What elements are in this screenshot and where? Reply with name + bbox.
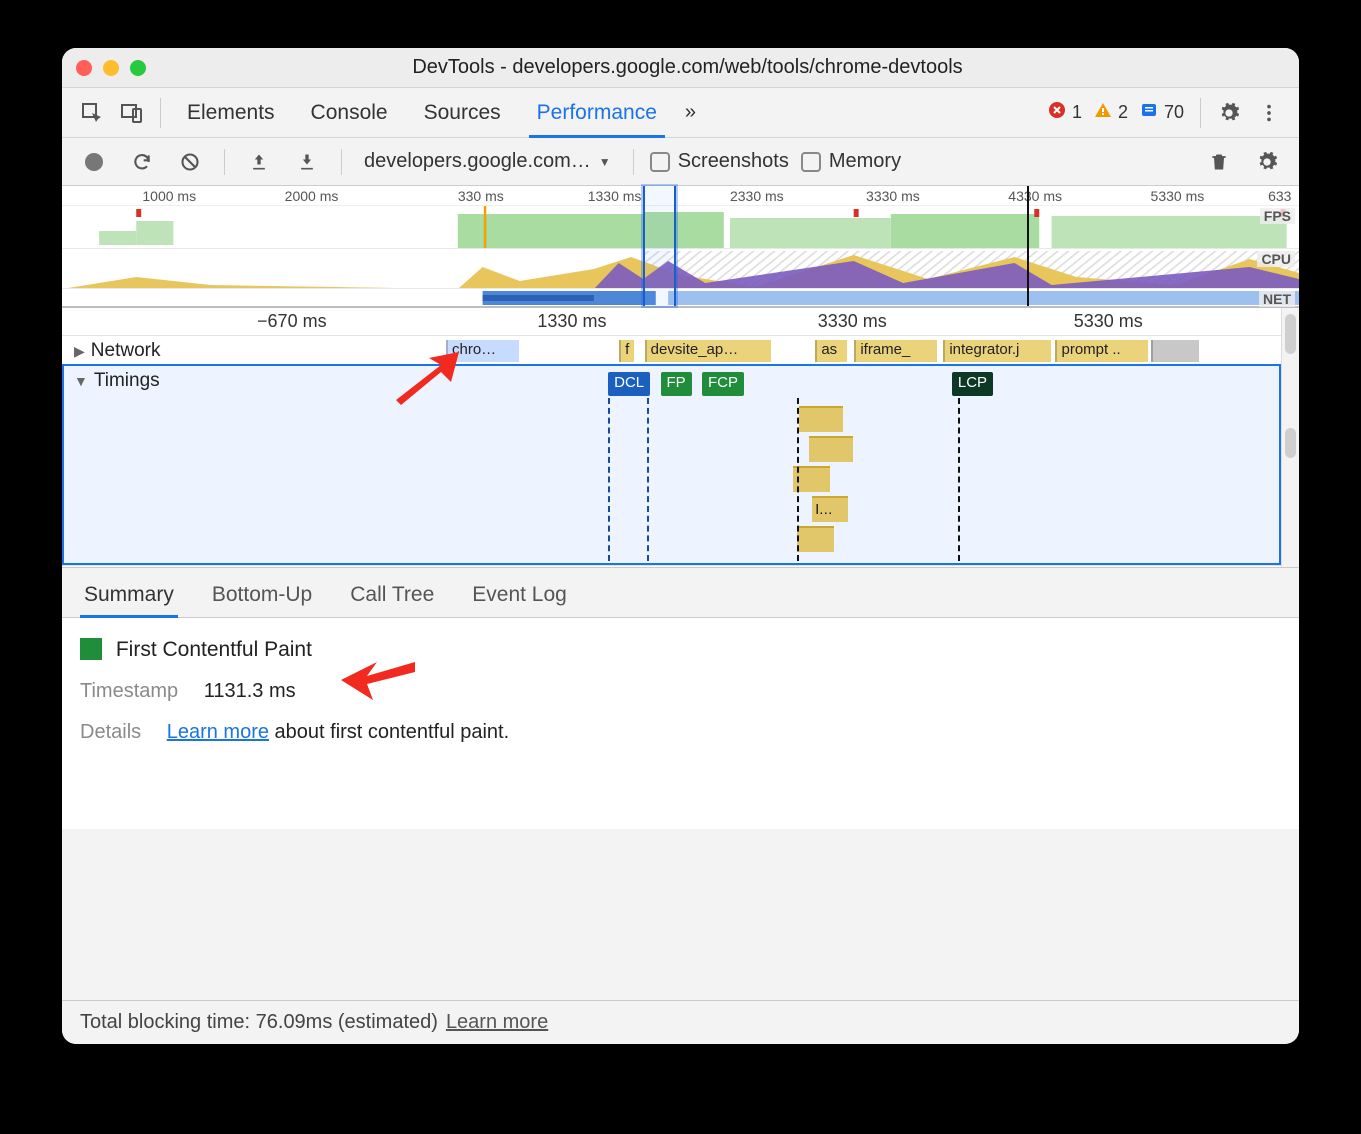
flamechart-panel[interactable]: −670 ms 1330 ms 3330 ms 5330 ms ▶ Networ…: [62, 308, 1299, 568]
tab-call-tree[interactable]: Call Tree: [346, 583, 438, 617]
page-context-select[interactable]: developers.google.com… ▼: [358, 150, 617, 173]
screenshots-label: Screenshots: [678, 150, 789, 173]
track-network-label: ▶ Network: [74, 340, 160, 362]
timeline-overview[interactable]: 1000 ms 2000 ms 330 ms 1330 ms 2330 ms 3…: [62, 186, 1299, 308]
expand-icon[interactable]: ▶: [74, 343, 85, 360]
cpu-label: CPU: [1257, 251, 1295, 267]
network-segment[interactable]: f: [619, 340, 634, 362]
overview-fps-row: FPS: [62, 206, 1299, 248]
track-network[interactable]: ▶ Network chro…fdevsite_ap…asiframe_inte…: [62, 336, 1281, 366]
network-segment[interactable]: iframe_: [854, 340, 937, 362]
summary-details-row: Details Learn more about first contentfu…: [80, 721, 1281, 744]
timing-marker-dcl[interactable]: DCL: [608, 372, 650, 396]
warning-icon: [1094, 101, 1112, 124]
record-button[interactable]: [76, 144, 112, 180]
timing-vline: [797, 398, 799, 561]
network-segment[interactable]: [1151, 340, 1200, 362]
warning-count: 2: [1118, 102, 1128, 123]
summary-title-row: First Contentful Paint: [80, 638, 1281, 662]
performance-toolbar: developers.google.com… ▼ Screenshots Mem…: [62, 138, 1299, 186]
close-window-button[interactable]: [76, 60, 92, 76]
long-task[interactable]: [809, 436, 853, 462]
settings-gear-icon[interactable]: [1211, 95, 1247, 131]
minimize-window-button[interactable]: [103, 60, 119, 76]
long-task[interactable]: [797, 526, 834, 552]
kebab-menu-icon[interactable]: [1251, 95, 1287, 131]
reload-record-button[interactable]: [124, 144, 160, 180]
tab-console[interactable]: Console: [295, 88, 404, 137]
checkbox-icon: [650, 152, 670, 172]
annotation-arrow-1-icon: [391, 350, 461, 410]
net-label: NET: [1259, 291, 1295, 307]
overview-cpu-row: CPU: [62, 248, 1299, 288]
window-title: DevTools - developers.google.com/web/too…: [146, 56, 1229, 79]
details-key: Details: [80, 721, 141, 743]
timing-marker-fp[interactable]: FP: [661, 372, 692, 396]
flamechart-scrollbar[interactable]: [1281, 308, 1299, 567]
network-segment[interactable]: integrator.j: [943, 340, 1050, 362]
timing-vline: [647, 398, 649, 561]
total-blocking-time: Total blocking time: 76.09ms (estimated): [80, 1011, 438, 1034]
details-rest: about first contentful paint.: [269, 721, 509, 743]
dropdown-triangle-icon: ▼: [599, 155, 611, 169]
trash-button[interactable]: [1201, 144, 1237, 180]
tab-sources[interactable]: Sources: [408, 88, 517, 137]
memory-checkbox[interactable]: Memory: [801, 150, 901, 173]
footer-status: Total blocking time: 76.09ms (estimated)…: [62, 1000, 1299, 1044]
annotation-arrow-2-icon: [337, 654, 417, 709]
overview-ruler: 1000 ms 2000 ms 330 ms 1330 ms 2330 ms 3…: [62, 186, 1299, 206]
legend-swatch-icon: [80, 638, 102, 660]
info-icon: [1140, 101, 1158, 124]
summary-timestamp-row: Timestamp 1131.3 ms: [80, 680, 1281, 703]
overview-selection[interactable]: [643, 186, 675, 306]
flame-ruler: −670 ms 1330 ms 3330 ms 5330 ms: [62, 308, 1281, 336]
summary-title: First Contentful Paint: [116, 638, 312, 661]
error-icon: [1048, 101, 1066, 124]
tab-elements[interactable]: Elements: [171, 88, 291, 137]
timestamp-value: 1131.3 ms: [204, 680, 296, 702]
checkbox-icon: [801, 152, 821, 172]
timestamp-key: Timestamp: [80, 680, 178, 702]
clear-button[interactable]: [172, 144, 208, 180]
screenshots-checkbox[interactable]: Screenshots: [650, 150, 789, 173]
network-segment[interactable]: prompt ..: [1055, 340, 1148, 362]
overview-net-row: NET: [62, 288, 1299, 306]
network-segment[interactable]: devsite_ap…: [645, 340, 772, 362]
info-count: 70: [1164, 102, 1184, 123]
page-context-label: developers.google.com…: [364, 150, 591, 173]
long-task[interactable]: l…: [812, 496, 849, 522]
save-profile-button[interactable]: [289, 144, 325, 180]
footer-learn-more-link[interactable]: Learn more: [446, 1011, 548, 1034]
error-count: 1: [1072, 102, 1082, 123]
learn-more-link[interactable]: Learn more: [167, 721, 269, 743]
capture-settings-gear-icon[interactable]: [1249, 144, 1285, 180]
timing-marker-fcp[interactable]: FCP: [702, 372, 744, 396]
device-toggle-icon[interactable]: [114, 95, 150, 131]
timing-vline: [958, 398, 960, 561]
timing-vline: [608, 398, 610, 561]
tab-performance[interactable]: Performance: [521, 88, 673, 137]
long-task[interactable]: [799, 406, 843, 432]
window-titlebar: DevTools - developers.google.com/web/too…: [62, 48, 1299, 88]
timing-marker-lcp[interactable]: LCP: [952, 372, 993, 396]
tab-bottom-up[interactable]: Bottom-Up: [208, 583, 316, 617]
memory-label: Memory: [829, 150, 901, 173]
fps-label: FPS: [1260, 208, 1295, 224]
devtools-main-tabs: Elements Console Sources Performance » 1…: [62, 88, 1299, 138]
tab-summary[interactable]: Summary: [80, 583, 178, 617]
load-profile-button[interactable]: [241, 144, 277, 180]
tab-event-log[interactable]: Event Log: [468, 583, 571, 617]
network-segment[interactable]: as: [815, 340, 847, 362]
tabs-overflow-button[interactable]: »: [677, 101, 704, 124]
traffic-lights: [76, 60, 146, 76]
console-status[interactable]: 1 2 70: [1048, 101, 1190, 124]
zoom-window-button[interactable]: [130, 60, 146, 76]
details-tabs: Summary Bottom-Up Call Tree Event Log: [62, 568, 1299, 618]
devtools-window: DevTools - developers.google.com/web/too…: [62, 48, 1299, 1044]
inspect-element-icon[interactable]: [74, 95, 110, 131]
track-timings[interactable]: ▼ Timings DCLFPFCPLCP l…: [62, 366, 1281, 566]
summary-panel: First Contentful Paint Timestamp 1131.3 …: [62, 618, 1299, 829]
